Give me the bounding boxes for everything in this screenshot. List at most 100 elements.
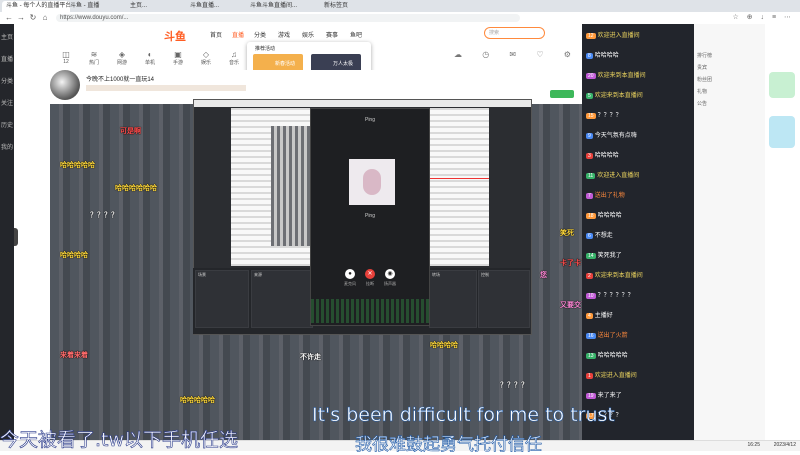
browser-tab-1[interactable]: 斗鱼 - 每个人的直播平台 [2,1,70,12]
browser-tab-3[interactable]: 主页... [126,1,190,12]
chat-message: 10？？？？？？ [586,290,634,299]
level-badge: 4 [586,313,593,319]
category-icon: ◇ [202,50,210,59]
level-badge: 8 [586,53,593,59]
sidebar-item-follow[interactable]: 关注 [0,98,14,107]
chat-message-text: 来了来了 [597,393,622,399]
taskbar-date: 2023/4/12 [773,442,796,448]
browser-toolbar-icons[interactable]: ☆ ⊕ ↓ ≡ ⋯ [732,13,794,21]
category-icon: ◐ [147,50,153,59]
search-input[interactable]: 搜索 [484,27,545,39]
fanclub-tab[interactable]: 粉丝团 [697,76,712,83]
reload-icon[interactable]: ↻ [28,13,38,22]
chat-message: 7 送出了礼物 [586,190,625,199]
chat-message: 8 哈哈哈哈 [586,50,619,59]
sidebar-item-history[interactable]: 历史 [0,120,14,129]
chat-message: 6 不想走 [586,230,613,239]
forward-icon[interactable]: → [16,13,26,22]
chat-message: 14 笑死我了 [586,250,622,259]
rank-tab[interactable]: 排行榜 [697,52,712,59]
obs-panel-scenes[interactable]: 场景 [195,270,249,328]
browser-tab-5[interactable]: 斗鱼斗鱼直播间... [246,1,324,12]
category-icon: ◫ [62,50,70,59]
obs-panel-sources[interactable]: 来源 [251,270,313,328]
left-sidebar: 主页 直播 分类 关注 历史 我的 [0,24,14,450]
vip-tab[interactable]: 贵宾 [697,64,707,71]
follow-button[interactable] [550,90,574,98]
level-badge: 7 [586,193,593,199]
popup-title: 推荐活动 [255,46,276,52]
event-banner[interactable] [769,116,795,148]
chat-message: 13 哈哈哈哈哈 [586,350,628,359]
level-badge: 14 [586,253,596,259]
taskbar-clock: 16:25 [747,442,760,448]
chat-message: 11 欢迎进入直播间 [586,170,639,179]
browser-tab-4[interactable]: 斗鱼直播... [186,1,250,12]
call-audio-meter [311,299,429,323]
right-info-panel: 排行榜 贵宾 粉丝团 礼物 公告 [694,24,765,444]
chat-message: 18 哈哈哈哈 [586,210,622,219]
category-icon: ◈ [118,50,126,59]
browser-tab-6[interactable]: 新标签页 [320,1,384,12]
category-item[interactable]: ◇ 娱乐 [194,50,218,66]
level-badge: 18 [586,213,596,219]
nav-item-entertainment[interactable]: 娱乐 [302,30,314,39]
streamer-avatar[interactable] [50,70,80,100]
level-badge: 15 [586,113,596,119]
chat-message-text: 笑死我了 [597,253,622,259]
voice-call-window: Ping Ping ● ✕ ◉ 麦克风 挂断 扬声器 [310,108,430,326]
category-item[interactable]: ▣ 手游 [166,50,190,66]
chat-message: 12 欢迎进入直播间 [586,30,640,39]
category-item[interactable]: ◐ 单机 [138,50,162,66]
chat-message-text: 欢迎来到本直播间 [597,73,646,79]
nav-item-category[interactable]: 分类 [254,30,266,39]
nav-item-live[interactable]: 直播 [232,30,244,39]
level-badge: 20 [586,73,596,79]
browser-tab-2[interactable]: 斗鱼 - 直播 [66,1,130,12]
nav-item-esports[interactable]: 赛事 [326,30,338,39]
chat-message-text: ？？？？ [597,113,622,119]
event-badge[interactable] [769,72,795,98]
speaker-label: 扬声器 [384,281,396,286]
nav-item-home[interactable]: 首页 [210,30,222,39]
speaker-button[interactable]: ◉ [385,269,395,279]
site-logo[interactable]: 斗鱼 [164,28,186,44]
obs-panel-controls[interactable]: 控制 [478,270,530,328]
header-action-icons[interactable]: ☁ ◷ ✉ ♡ ⚙ [454,50,580,59]
mic-button[interactable]: ● [345,269,355,279]
chat-message-text: 今天气氛有点嗨 [594,133,637,139]
chat-message: 9 今天气氛有点嗨 [586,130,637,139]
category-item[interactable]: ◫ 12 [54,50,78,65]
subtitle-chinese: 我很难鼓起勇气托付信任 [355,435,543,455]
chat-message: 4 主播好 [586,310,613,319]
notice-tab[interactable]: 公告 [697,100,707,107]
back-icon[interactable]: ← [4,13,14,22]
chat-message-text: 送出了火箭 [597,333,628,339]
gift-tab[interactable]: 礼物 [697,88,707,95]
level-badge: 11 [586,173,596,179]
sidebar-item-mine[interactable]: 我的 [0,142,14,151]
category-item[interactable]: ◈ 网游 [110,50,134,66]
obs-panel-transition[interactable]: 转场 [429,270,477,328]
chat-message-text: 欢迎进入直播间 [597,173,640,179]
sidebar-item-category[interactable]: 分类 [0,76,14,85]
category-item[interactable]: ♫ 音乐 [222,50,246,66]
nav-item-game[interactable]: 游戏 [278,30,290,39]
call-avatar [349,159,395,205]
level-badge: 12 [586,33,596,39]
sidebar-item-live[interactable]: 直播 [0,54,14,63]
chat-message: 19 来了来了 [586,390,622,399]
level-badge: 13 [586,353,596,359]
sidebar-item-home[interactable]: 主页 [0,32,14,41]
home-icon[interactable]: ⌂ [40,13,50,22]
sidebar-collapse-handle[interactable] [14,228,18,246]
category-icon: ≋ [90,50,98,59]
url-input[interactable]: https://www.douyu.com/... [56,14,520,22]
nav-item-yuba[interactable]: 鱼吧 [350,30,362,39]
page-right-margin [765,24,800,450]
hangup-button[interactable]: ✕ [365,269,375,279]
chat-message-text: 哈哈哈哈 [594,53,619,59]
category-item[interactable]: ≋ 热门 [82,50,106,66]
chat-message-text: 送出了礼物 [594,193,625,199]
chat-panel: 12 欢迎进入直播间 8 哈哈哈哈 20 欢迎来到本直播间 5 欢迎来到本直播间 15？？？？ 9… [582,24,694,450]
